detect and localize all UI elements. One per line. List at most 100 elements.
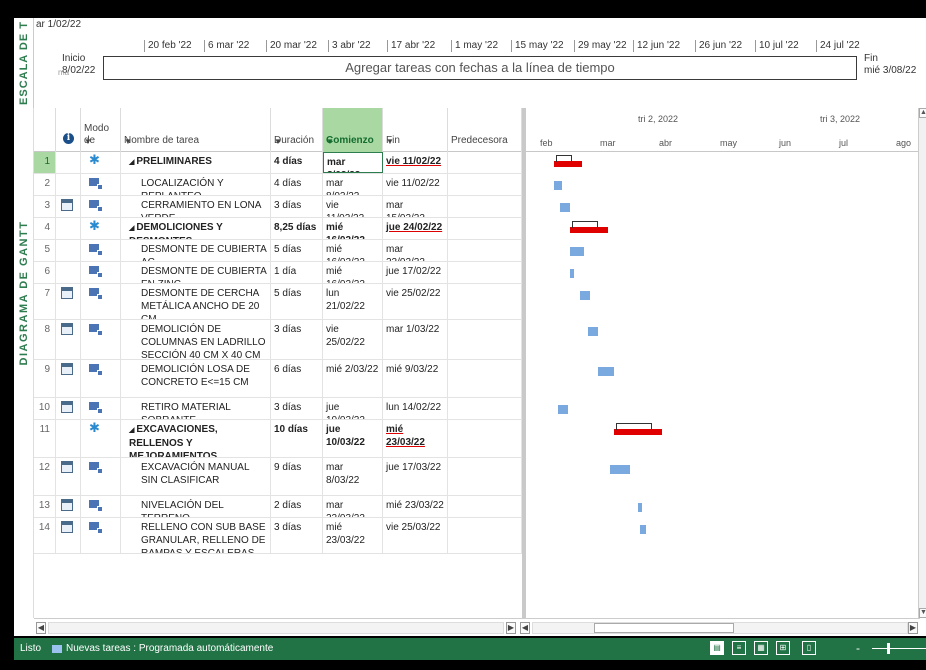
row-mode[interactable]: [81, 496, 121, 517]
resource-sheet-icon[interactable]: ⊞: [776, 641, 790, 655]
task-bar[interactable]: [640, 525, 646, 534]
task-predecessors[interactable]: [448, 420, 522, 457]
table-row[interactable]: 13 NIVELACIÓN DEL TERRENO 2 díasmar 22/03/…: [34, 496, 522, 518]
col-indicators[interactable]: i: [56, 108, 81, 152]
scroll-right-icon[interactable]: ▶: [908, 622, 918, 634]
task-name[interactable]: LOCALIZACIÓN Y REPLANTEO: [121, 174, 271, 195]
task-duration[interactable]: 9 días: [271, 458, 323, 495]
table-row[interactable]: 10 RETIRO MATERIAL SOBRANTE 3 díasjue 10/0…: [34, 398, 522, 420]
task-predecessors[interactable]: [448, 360, 522, 397]
task-start[interactable]: vie 11/02/22: [323, 196, 383, 217]
row-mode[interactable]: [81, 320, 121, 359]
task-predecessors[interactable]: [448, 458, 522, 495]
task-start[interactable]: lun 21/02/22: [323, 284, 383, 319]
table-row[interactable]: 8 DEMOLICIÓN DE COLUMNAS EN LADRILLO SECC…: [34, 320, 522, 360]
task-start[interactable]: jue 10/03/22: [323, 420, 383, 457]
row-id[interactable]: 10: [34, 398, 56, 419]
row-mode[interactable]: [81, 518, 121, 553]
table-row[interactable]: 6 DESMONTE DE CUBIERTA EN ZINC1 díamié 16…: [34, 262, 522, 284]
scroll-up-icon[interactable]: ▲: [919, 108, 926, 118]
horizontal-scrollbar[interactable]: ◀ ▶ ◀ ▶: [34, 618, 920, 636]
task-duration[interactable]: 3 días: [271, 196, 323, 217]
zoom-slider[interactable]: [872, 648, 926, 649]
task-end[interactable]: jue 24/02/22: [383, 218, 448, 239]
team-planner-icon[interactable]: ▦: [754, 641, 768, 655]
chevron-down-icon[interactable]: ▼: [274, 137, 318, 146]
row-mode[interactable]: [81, 398, 121, 419]
row-id[interactable]: 8: [34, 320, 56, 359]
table-row[interactable]: 4 ✱ ◢ DEMOLICIONES Y DESMONTES8,25 díasmié…: [34, 218, 522, 240]
table-row[interactable]: 9 DEMOLICIÓN LOSA DE CONCRETO E<=15 CM 6 d…: [34, 360, 522, 398]
table-row[interactable]: 3 CERRAMIENTO EN LONA VERDE 3 díasvie 11/0…: [34, 196, 522, 218]
task-end[interactable]: mié 9/03/22: [383, 360, 448, 397]
col-predecessors[interactable]: Predecesora: [448, 108, 522, 152]
task-name[interactable]: DESMONTE DE CERCHA METÁLICA ANCHO DE 20 …: [121, 284, 271, 319]
task-duration[interactable]: 1 día: [271, 262, 323, 283]
task-end[interactable]: mar 15/02/22: [383, 196, 448, 217]
report-icon[interactable]: ▯: [802, 641, 816, 655]
col-name[interactable]: Nombre de tarea ▼: [121, 108, 271, 152]
row-mode[interactable]: [81, 262, 121, 283]
task-predecessors[interactable]: [448, 218, 522, 239]
task-start[interactable]: vie 25/02/22: [323, 320, 383, 359]
table-scroll-track[interactable]: [48, 622, 504, 634]
chevron-down-icon[interactable]: ▼: [326, 137, 378, 146]
task-name[interactable]: ◢ DEMOLICIONES Y DESMONTES: [121, 218, 271, 239]
scroll-left-icon[interactable]: ◀: [520, 622, 530, 634]
task-name[interactable]: DEMOLICIÓN DE COLUMNAS EN LADRILLO SECCI…: [121, 320, 271, 359]
row-id[interactable]: 14: [34, 518, 56, 553]
row-id[interactable]: 2: [34, 174, 56, 195]
task-predecessors[interactable]: [448, 496, 522, 517]
task-duration[interactable]: 4 días: [271, 152, 323, 173]
zoom-out-icon[interactable]: -: [856, 641, 860, 655]
row-id[interactable]: 5: [34, 240, 56, 261]
task-end[interactable]: mar 22/02/22: [383, 240, 448, 261]
task-bar[interactable]: [558, 405, 568, 414]
scroll-right-icon[interactable]: ▶: [506, 622, 516, 634]
task-start[interactable]: mar 8/02/22: [323, 152, 383, 173]
task-duration[interactable]: 5 días: [271, 284, 323, 319]
row-mode[interactable]: [81, 196, 121, 217]
task-start[interactable]: mié 23/03/22: [323, 518, 383, 553]
col-mode[interactable]: Modo de ▼: [81, 108, 121, 152]
task-start[interactable]: mar 22/03/22: [323, 496, 383, 517]
task-duration[interactable]: 8,25 días: [271, 218, 323, 239]
row-mode[interactable]: ✱: [81, 420, 121, 457]
row-mode[interactable]: [81, 360, 121, 397]
row-id[interactable]: 6: [34, 262, 56, 283]
task-predecessors[interactable]: [448, 320, 522, 359]
table-row[interactable]: 7 DESMONTE DE CERCHA METÁLICA ANCHO DE 20…: [34, 284, 522, 320]
task-end[interactable]: jue 17/02/22: [383, 262, 448, 283]
table-row[interactable]: 2 LOCALIZACIÓN Y REPLANTEO 4 díasmar 8/02/…: [34, 174, 522, 196]
new-tasks-mode[interactable]: Nuevas tareas : Programada automáticamen…: [66, 643, 273, 654]
task-bar[interactable]: [570, 247, 584, 256]
task-end[interactable]: vie 25/03/22: [383, 518, 448, 553]
task-name[interactable]: EXCAVACIÓN MANUAL SIN CLASIFICAR: [121, 458, 271, 495]
chevron-down-icon[interactable]: ▼: [386, 137, 443, 146]
vertical-scrollbar[interactable]: ▲ ▼: [918, 108, 926, 618]
task-duration[interactable]: 2 días: [271, 496, 323, 517]
gantt-view-icon[interactable]: ▤: [710, 641, 724, 655]
task-end[interactable]: mar 1/03/22: [383, 320, 448, 359]
row-id[interactable]: 4: [34, 218, 56, 239]
task-name[interactable]: DESMONTE DE CUBIERTA EN ZINC: [121, 262, 271, 283]
task-name[interactable]: ◢ PRELIMINARES: [121, 152, 271, 173]
col-duration[interactable]: Duración ▼: [271, 108, 323, 152]
task-duration[interactable]: 4 días: [271, 174, 323, 195]
table-row[interactable]: 14 RELLENO CON SUB BASE GRANULAR, RELLENO…: [34, 518, 522, 554]
task-predecessors[interactable]: [448, 518, 522, 553]
task-predecessors[interactable]: [448, 152, 522, 173]
col-start[interactable]: Comienzo ▼: [323, 108, 383, 152]
task-duration[interactable]: 6 días: [271, 360, 323, 397]
select-all-cell[interactable]: [34, 108, 56, 152]
task-end[interactable]: vie 11/02/22: [383, 174, 448, 195]
task-bar[interactable]: [560, 203, 570, 212]
task-duration[interactable]: 3 días: [271, 320, 323, 359]
table-row[interactable]: 1 ✱ ◢ PRELIMINARES4 díasmar 8/02/22vie 11/…: [34, 152, 522, 174]
table-row[interactable]: 5 DESMONTE DE CUBIERTA AC5 díasmié 16/02/…: [34, 240, 522, 262]
timeline-bar[interactable]: Agregar tareas con fechas a la línea de …: [103, 56, 857, 80]
chevron-down-icon[interactable]: ▼: [84, 137, 116, 146]
task-duration[interactable]: 5 días: [271, 240, 323, 261]
task-start[interactable]: mar 8/02/22: [323, 174, 383, 195]
row-mode[interactable]: [81, 240, 121, 261]
